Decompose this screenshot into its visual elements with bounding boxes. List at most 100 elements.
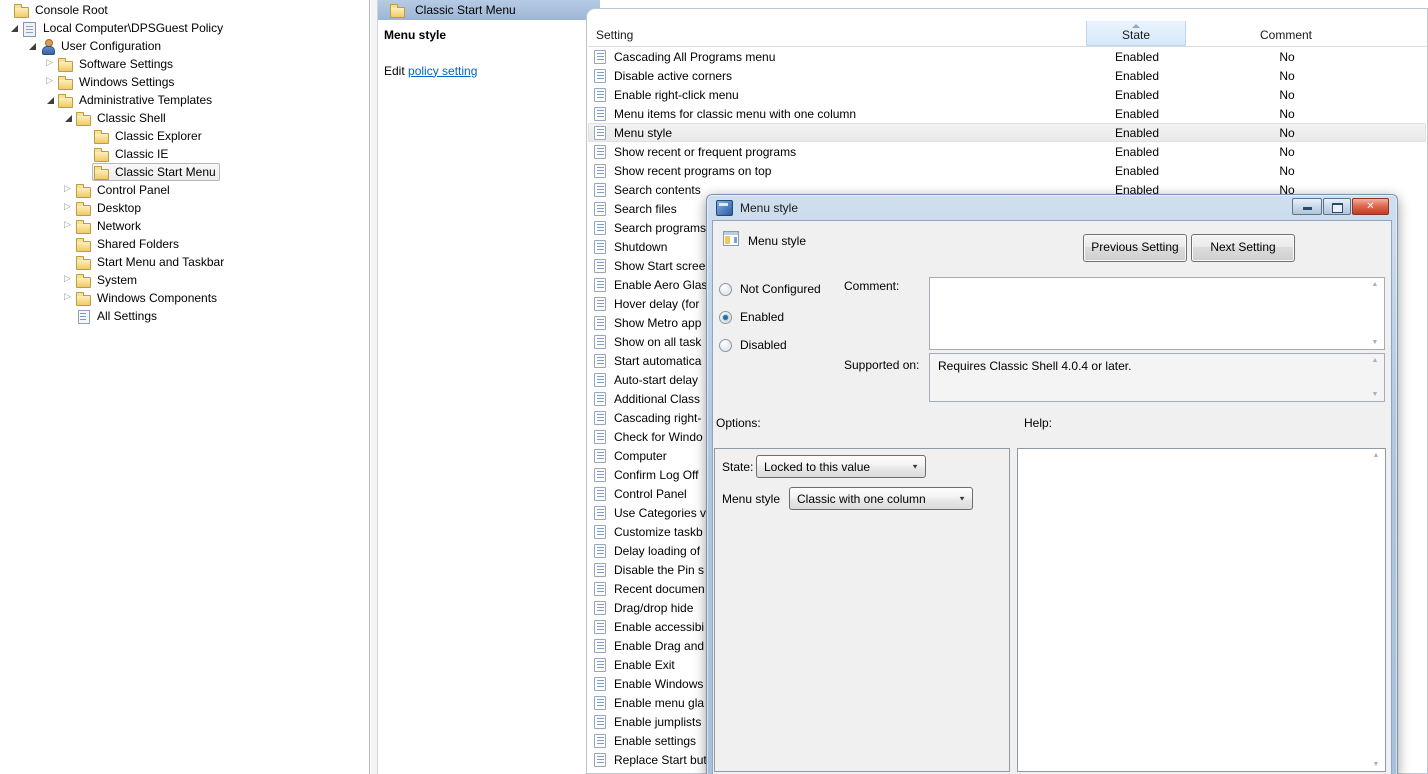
expand-arrow-icon[interactable] — [44, 91, 56, 109]
table-row[interactable]: Menu style Enabled No — [588, 123, 1426, 142]
help-scrollbar[interactable]: ▲ ▼ — [1368, 450, 1384, 770]
table-row[interactable]: Show recent programs on top Enabled No — [588, 161, 1426, 180]
radio-button-icon[interactable] — [719, 283, 732, 296]
scroll-down-icon[interactable]: ▼ — [1373, 761, 1380, 768]
policy-setting-icon — [594, 430, 606, 444]
scroll-down-icon[interactable]: ▼ — [1372, 339, 1379, 346]
state-dropdown[interactable]: Locked to this value — [756, 455, 926, 478]
expand-arrow-icon[interactable] — [62, 235, 74, 253]
tree-item-label: Start Menu and Taskbar — [97, 255, 224, 269]
tree-item[interactable]: Classic Shell — [0, 109, 369, 127]
menu-style-dropdown[interactable]: Classic with one column — [789, 487, 973, 510]
tree-item[interactable]: Console Root — [0, 1, 369, 19]
edit-policy-setting-link[interactable]: policy setting — [408, 64, 477, 78]
tree-item[interactable]: Start Menu and Taskbar — [0, 253, 369, 271]
minimize-button[interactable] — [1292, 198, 1322, 215]
radio-label: Enabled — [740, 310, 784, 324]
comment-scrollbar[interactable]: ▲ ▼ — [1367, 279, 1383, 348]
window-controls: ✕ — [1292, 198, 1389, 215]
tree-item-label: All Settings — [97, 309, 157, 323]
scroll-up-icon[interactable]: ▲ — [1373, 452, 1380, 459]
tree-item[interactable]: Shared Folders — [0, 235, 369, 253]
expand-arrow-icon[interactable] — [44, 73, 56, 91]
next-setting-button[interactable]: Next Setting — [1191, 234, 1295, 262]
policy-setting-icon — [594, 677, 606, 691]
previous-setting-button[interactable]: Previous Setting — [1083, 234, 1187, 262]
table-row[interactable]: Menu items for classic menu with one col… — [588, 104, 1426, 123]
policy-setting-icon — [594, 221, 606, 235]
expand-arrow-icon[interactable] — [80, 127, 92, 145]
scroll-down-icon[interactable]: ▼ — [1372, 391, 1379, 398]
tree-item[interactable]: Classic Start Menu — [0, 163, 369, 181]
table-row[interactable]: Disable active corners Enabled No — [588, 66, 1426, 85]
tree-item[interactable]: Software Settings — [0, 55, 369, 73]
policy-setting-icon — [594, 145, 606, 159]
policy-setting-icon — [594, 582, 606, 596]
tree-item[interactable]: Network — [0, 217, 369, 235]
policy-setting-icon — [594, 297, 606, 311]
dialog-titlebar[interactable]: Menu style ✕ — [707, 195, 1397, 220]
expand-arrow-icon[interactable] — [62, 199, 74, 217]
tree-item[interactable]: Windows Components — [0, 289, 369, 307]
tree-item-icon — [58, 75, 74, 90]
expand-arrow-icon[interactable] — [62, 181, 74, 199]
expand-arrow-icon[interactable] — [0, 1, 12, 19]
expand-arrow-icon[interactable] — [62, 109, 74, 127]
tree-item[interactable]: Windows Settings — [0, 73, 369, 91]
radio-button-icon[interactable] — [719, 339, 732, 352]
tree-item-label: Classic Start Menu — [115, 165, 216, 179]
tree-item[interactable]: Desktop — [0, 199, 369, 217]
policy-setting-icon — [594, 601, 606, 615]
expand-arrow-icon[interactable] — [62, 271, 74, 289]
maximize-button[interactable] — [1323, 198, 1351, 215]
cell-setting: Enable right-click menu — [614, 88, 1087, 102]
comment-textarea[interactable]: ▲ ▼ — [929, 277, 1385, 350]
tree-item[interactable]: Administrative Templates — [0, 91, 369, 109]
tree-item-icon — [76, 291, 92, 306]
policy-setting-icon — [594, 753, 606, 767]
tree-item[interactable]: System — [0, 271, 369, 289]
selected-policy-title: Menu style — [384, 28, 586, 43]
expand-arrow-icon[interactable] — [62, 289, 74, 307]
expand-arrow-icon[interactable] — [62, 253, 74, 271]
cell-comment: No — [1187, 69, 1387, 83]
table-row[interactable]: Cascading All Programs menu Enabled No — [588, 47, 1426, 66]
tree-item-label: Classic IE — [115, 147, 168, 161]
radio-option[interactable]: Disabled — [719, 331, 859, 359]
tree-item-icon — [76, 255, 92, 270]
dialog-app-icon — [716, 200, 733, 216]
policy-setting-icon — [594, 468, 606, 482]
table-row[interactable]: Show recent or frequent programs Enabled… — [588, 142, 1426, 161]
expand-arrow-icon[interactable] — [44, 55, 56, 73]
expand-arrow-icon[interactable] — [62, 307, 74, 325]
radio-option[interactable]: Not Configured — [719, 275, 859, 303]
expand-arrow-icon[interactable] — [26, 37, 38, 55]
close-button[interactable]: ✕ — [1352, 198, 1389, 215]
tree-item[interactable]: User Configuration — [0, 37, 369, 55]
tree-item[interactable]: Classic IE — [0, 145, 369, 163]
policy-setting-icon — [594, 658, 606, 672]
pane-splitter[interactable] — [371, 0, 378, 774]
tree-item[interactable]: All Settings — [0, 307, 369, 325]
expand-arrow-icon[interactable] — [80, 163, 92, 181]
policy-setting-icon — [594, 316, 606, 330]
column-header-setting[interactable]: Setting — [596, 28, 633, 42]
radio-button-icon[interactable] — [719, 311, 732, 324]
radio-option[interactable]: Enabled — [719, 303, 859, 331]
column-header-comment[interactable]: Comment — [1186, 28, 1386, 42]
expand-arrow-icon[interactable] — [8, 19, 20, 37]
tree-item[interactable]: Classic Explorer — [0, 127, 369, 145]
scroll-up-icon[interactable]: ▲ — [1372, 281, 1379, 288]
state-radio-group: Not Configured Enabled Disabled — [719, 275, 859, 359]
policy-setting-icon — [594, 544, 606, 558]
table-row[interactable]: Enable right-click menu Enabled No — [588, 85, 1426, 104]
policy-setting-icon — [594, 107, 606, 121]
state-dropdown-label: State: — [722, 460, 753, 474]
scroll-up-icon[interactable]: ▲ — [1372, 357, 1379, 364]
tree-item[interactable]: Local Computer\DPSGuest Policy — [0, 19, 369, 37]
supported-scrollbar[interactable]: ▲ ▼ — [1367, 355, 1383, 400]
column-header-state[interactable]: State — [1086, 21, 1186, 46]
tree-item[interactable]: Control Panel — [0, 181, 369, 199]
expand-arrow-icon[interactable] — [62, 217, 74, 235]
expand-arrow-icon[interactable] — [80, 145, 92, 163]
